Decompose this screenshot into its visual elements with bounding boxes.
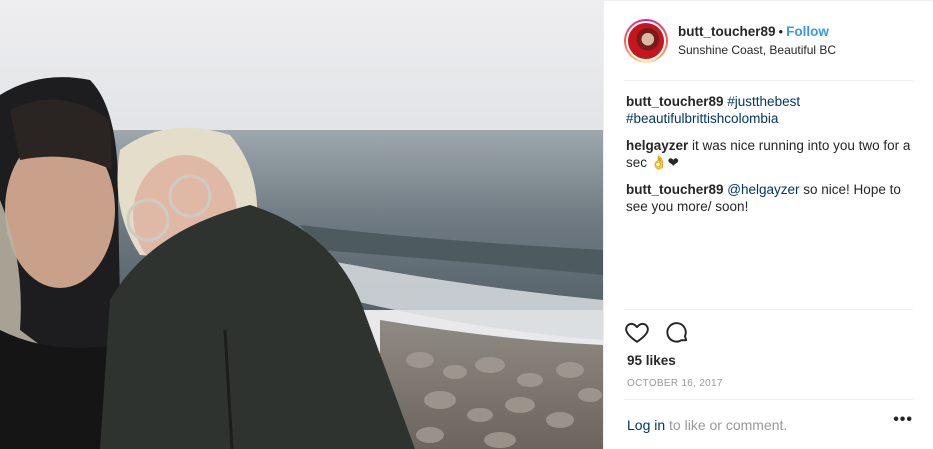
comment-bubble-icon[interactable] bbox=[664, 319, 692, 347]
comments-list: butt_toucher89 #justthebest #beautifulbr… bbox=[626, 93, 918, 225]
heart-icon[interactable] bbox=[624, 319, 652, 347]
comment-item: helgayzer it was nice running into you t… bbox=[626, 137, 918, 171]
mention-link[interactable]: @helgayzer bbox=[727, 182, 799, 197]
post-location[interactable]: Sunshine Coast, Beautiful BC bbox=[678, 41, 836, 59]
header-text: butt_toucher89 • Follow Sunshine Coast, Be… bbox=[678, 23, 836, 59]
divider bbox=[624, 399, 913, 400]
post-date[interactable]: OCTOBER 16, 2017 bbox=[627, 378, 723, 389]
avatar-image bbox=[626, 21, 666, 61]
divider bbox=[624, 80, 913, 81]
like-count[interactable]: 95 likes bbox=[627, 353, 676, 368]
more-options-icon[interactable]: ••• bbox=[893, 411, 913, 429]
post-side-panel: butt_toucher89 • Follow Sunshine Coast, Be… bbox=[603, 0, 933, 449]
comment-username[interactable]: butt_toucher89 bbox=[626, 182, 724, 197]
photo-image bbox=[0, 0, 603, 449]
hashtag-link[interactable]: #beautifulbrittishcolombia bbox=[626, 111, 778, 126]
caption-username[interactable]: butt_toucher89 bbox=[626, 94, 724, 109]
caption: butt_toucher89 #justthebest #beautifulbr… bbox=[626, 93, 918, 127]
separator-dot: • bbox=[778, 24, 784, 39]
login-link[interactable]: Log in bbox=[627, 417, 665, 433]
login-suffix: to like or comment. bbox=[665, 417, 788, 433]
action-bar bbox=[624, 319, 704, 347]
post-photo[interactable] bbox=[0, 0, 603, 449]
follow-button[interactable]: Follow bbox=[786, 24, 829, 39]
comment-username[interactable]: helgayzer bbox=[626, 138, 688, 153]
divider bbox=[624, 309, 913, 310]
post-header: butt_toucher89 • Follow Sunshine Coast, Be… bbox=[624, 15, 914, 67]
comment-item: butt_toucher89 @helgayzer so nice! Hope … bbox=[626, 181, 918, 215]
login-prompt: Log in to like or comment. bbox=[627, 417, 917, 433]
avatar[interactable] bbox=[624, 19, 668, 63]
hashtag-link[interactable]: #justthebest bbox=[727, 94, 800, 109]
post-username[interactable]: butt_toucher89 bbox=[678, 24, 776, 39]
